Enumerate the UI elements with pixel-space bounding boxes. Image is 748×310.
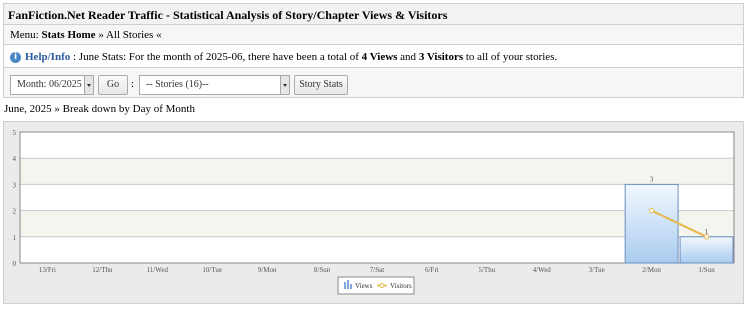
y-tick-label: 2 bbox=[13, 208, 17, 216]
x-tick-label: 10/Tue bbox=[202, 266, 222, 274]
legend-views-icon bbox=[344, 282, 346, 289]
help-text-and: and bbox=[397, 51, 419, 63]
x-tick-label: 8/Sun bbox=[314, 266, 331, 274]
y-tick-label: 1 bbox=[13, 234, 17, 242]
stories-select[interactable]: -- Stories (16)-- bbox=[139, 75, 290, 95]
views-total: 4 Views bbox=[361, 51, 398, 63]
y-tick-label: 0 bbox=[13, 260, 17, 268]
month-select-value: Month: 06/2025 bbox=[17, 79, 82, 90]
menu-separator: » bbox=[98, 29, 104, 41]
stories-select-value: -- Stories (16)-- bbox=[146, 79, 209, 90]
page-title: FanFiction.Net Reader Traffic - Statisti… bbox=[8, 8, 448, 22]
x-tick-label: 2/Mon bbox=[642, 266, 661, 274]
chevron-down-icon[interactable] bbox=[84, 76, 93, 94]
x-tick-label: 5/Thu bbox=[478, 266, 495, 274]
point-visitors bbox=[703, 234, 710, 240]
x-tick-label: 6/Fri bbox=[425, 266, 439, 274]
visitors-total: 3 Visitors bbox=[418, 51, 464, 63]
x-tick-label: 7/Sat bbox=[370, 266, 384, 274]
x-tick-label: 9/Mon bbox=[258, 266, 277, 274]
stats-home-link[interactable]: Stats Home bbox=[41, 29, 95, 41]
x-tick-label: 12/Thu bbox=[92, 266, 113, 274]
y-tick-label: 4 bbox=[13, 155, 17, 163]
data-label: 3 bbox=[650, 175, 654, 183]
story-stats-button[interactable]: Story Stats bbox=[294, 75, 348, 95]
legend-visitors-icon bbox=[379, 283, 385, 288]
info-icon: i bbox=[10, 51, 21, 63]
x-tick-label: 3/Tue bbox=[589, 266, 605, 274]
x-tick-label: 4/Wed bbox=[533, 266, 552, 274]
y-tick-label: 5 bbox=[13, 129, 17, 137]
page: FanFiction.Net Reader Traffic - Statisti… bbox=[0, 0, 748, 308]
breakdown-heading: June, 2025 » Break down by Day of Month bbox=[4, 103, 195, 115]
help-bar: i Help/Info : June Stats: For the month … bbox=[3, 44, 744, 68]
all-stories-link[interactable]: All Stories bbox=[106, 29, 153, 41]
x-tick-label: 11/Wed bbox=[147, 266, 169, 274]
traffic-chart: 0123453113/Fri 12/Thu 11/Wed 10/Tue 9/Mon 8/S… bbox=[13, 129, 735, 295]
month-select[interactable]: Month: 06/2025 bbox=[10, 75, 94, 95]
grid-band bbox=[20, 158, 734, 185]
controls-colon: : bbox=[131, 78, 135, 90]
help-text-end: to all of your stories. bbox=[463, 51, 558, 63]
bar-views-2/Mon bbox=[624, 183, 679, 264]
point-visitors bbox=[648, 207, 655, 214]
x-tick-label: 13/Fri bbox=[39, 266, 56, 274]
menu-suffix: « bbox=[156, 29, 162, 41]
controls-bar: Month: 06/2025 Go : -- Stories (16)-- St… bbox=[3, 67, 744, 98]
chart-frame: 0 1 2 3 4 5 3 1 13/Fri 12/Thu 11/Wed 10/Tue 9/Mon 8/S… bbox=[3, 121, 744, 304]
legend-views-icon bbox=[347, 280, 349, 289]
bar-views-1/Sun bbox=[679, 236, 734, 264]
help-text: : June Stats: For the month of 2025-06, … bbox=[70, 51, 362, 63]
x-tick-label: 1/Sun bbox=[698, 266, 715, 274]
y-tick-label: 3 bbox=[13, 181, 17, 189]
help-info-link[interactable]: Help/Info bbox=[25, 51, 70, 63]
legend-views-icon bbox=[350, 284, 352, 289]
chevron-down-icon[interactable] bbox=[280, 76, 289, 94]
header-bar: FanFiction.Net Reader Traffic - Statisti… bbox=[3, 3, 744, 25]
legend-visitors-label: Visitors bbox=[390, 282, 412, 290]
go-button[interactable]: Go bbox=[98, 75, 128, 95]
menu-bar: Menu: Stats Home » All Stories « bbox=[3, 24, 744, 45]
menu-label: Menu: bbox=[10, 29, 39, 41]
legend-views-label: Views bbox=[355, 282, 373, 290]
